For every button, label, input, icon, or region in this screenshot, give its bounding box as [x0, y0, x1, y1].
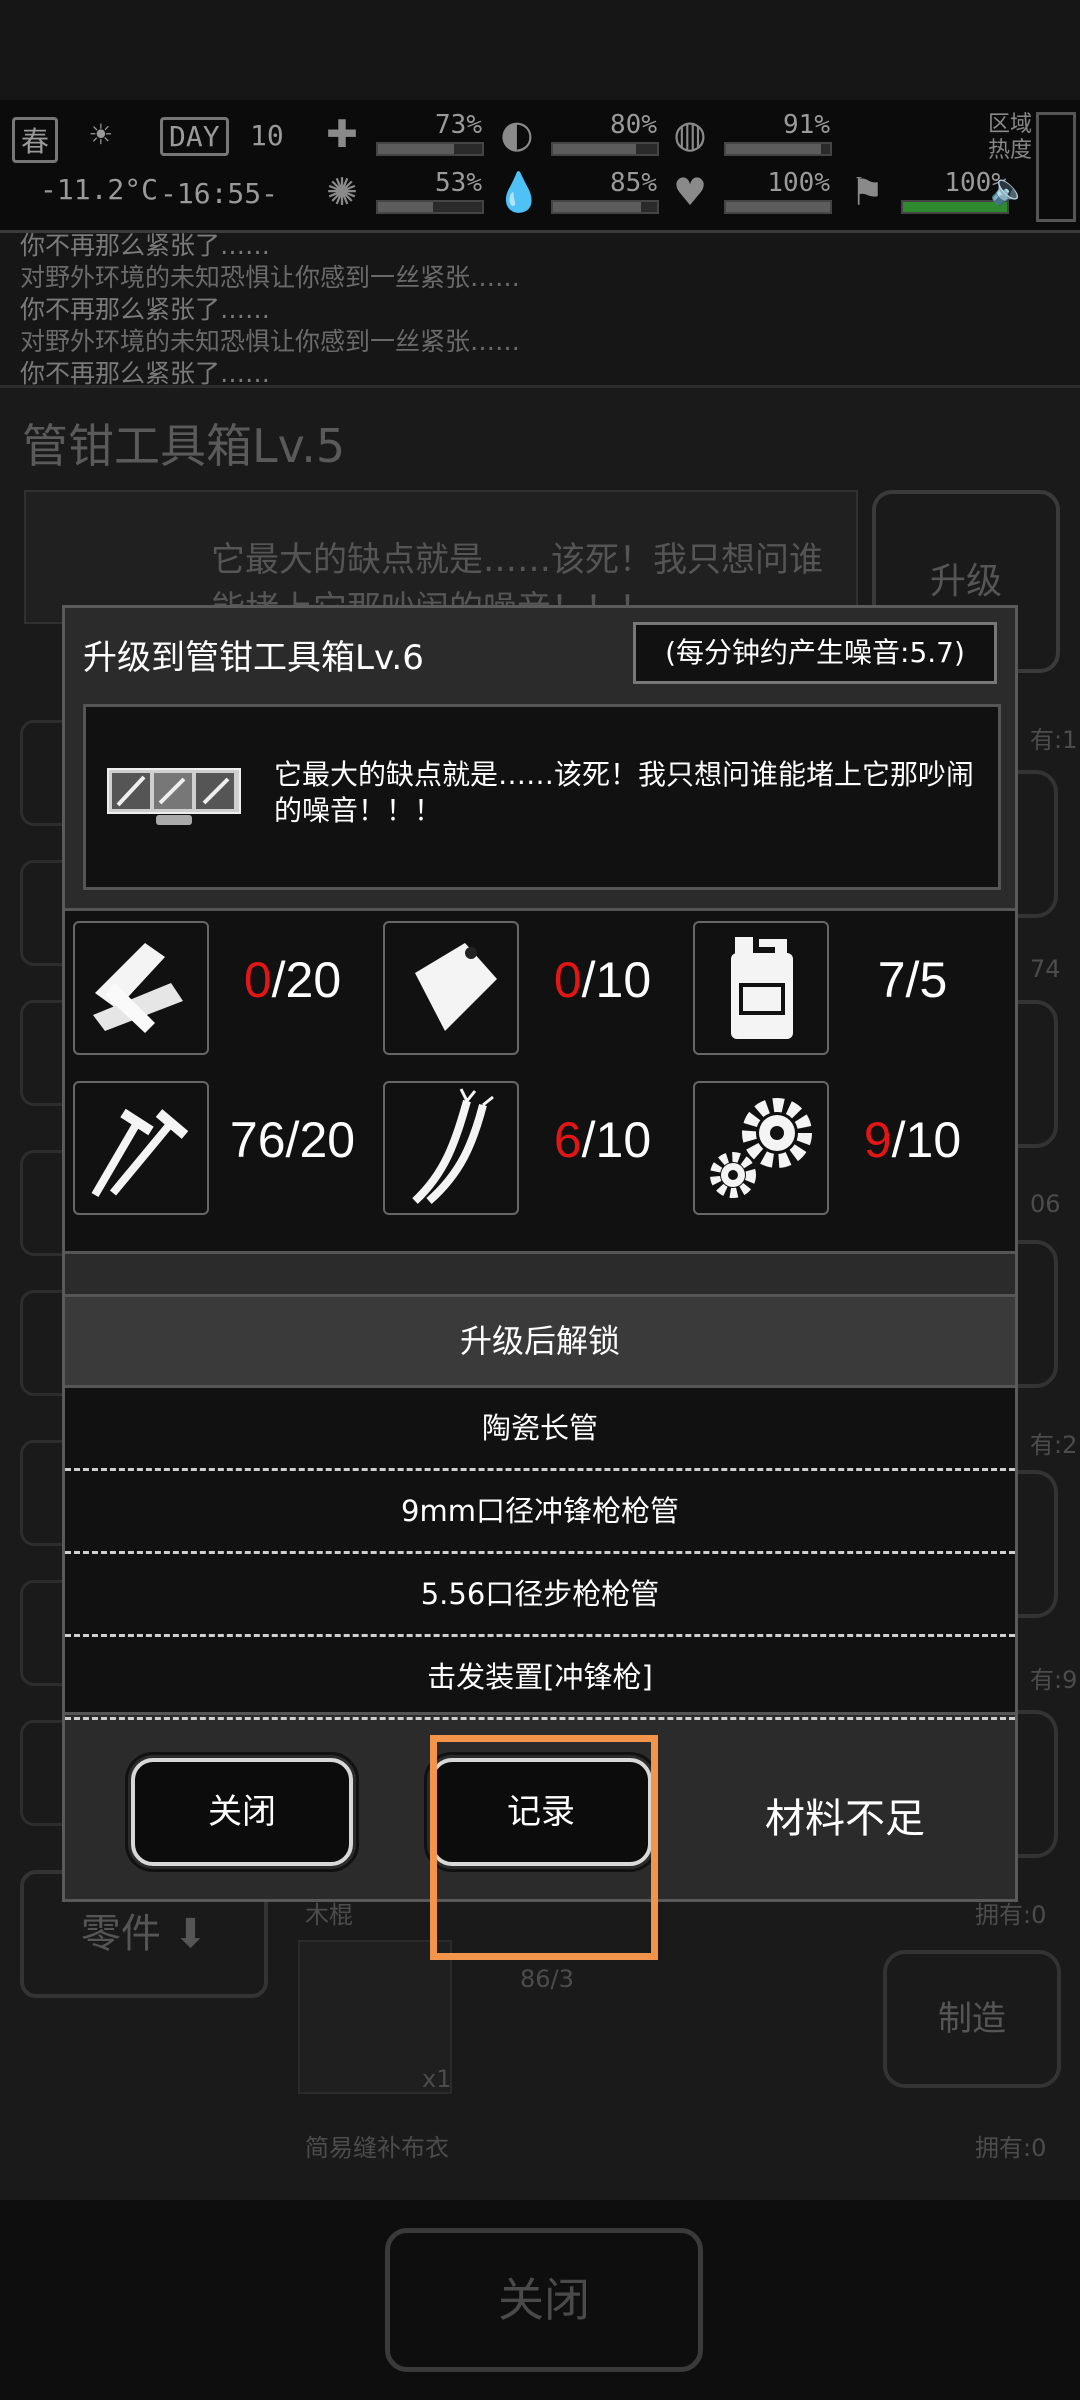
temperature: -11.2°C — [40, 173, 159, 206]
unlock-header: 升级后解锁 — [65, 1294, 1015, 1388]
unlock-item: 5.56口径步枪枪管 — [65, 1554, 1015, 1637]
stat-value: 73% — [435, 110, 482, 140]
speaker-icon[interactable]: 🔈 — [990, 172, 1027, 207]
material-slot: 9/10 — [685, 1075, 995, 1215]
item-multiplier: x1 — [422, 2065, 452, 2093]
item-name: 简易缝补布衣 — [305, 2134, 449, 2162]
unlock-item: 陶瓷长管 — [65, 1388, 1015, 1471]
material-need: /10 — [581, 1112, 652, 1168]
toolbox-icon — [107, 768, 241, 825]
material-slot: 6/10 — [375, 1075, 685, 1215]
material-need: /10 — [891, 1112, 962, 1168]
insufficient-materials-label: 材料不足 — [765, 1796, 925, 1842]
owned-count: 有:1 — [1030, 726, 1078, 754]
unlock-item: 9mm口径冲锋枪枪管 — [65, 1471, 1015, 1554]
stat-value: 91% — [783, 110, 830, 140]
region-heat-meter — [1036, 112, 1076, 222]
make-button[interactable]: 制造 — [883, 1950, 1061, 2088]
fuel-jerrycan-icon — [693, 921, 829, 1055]
stat-bar — [376, 142, 484, 156]
stat-meter: ♥ 100% — [668, 168, 838, 220]
day-label: DAY — [160, 117, 229, 156]
bottom-close-button[interactable]: 关闭 — [385, 2228, 703, 2372]
focus-highlight — [430, 1735, 658, 1960]
panel-description: 它最大的缺点就是……该死！我只想问谁能堵上它那吵闹的噪音！！！ — [24, 490, 858, 629]
material-have: 6 — [553, 1112, 582, 1168]
item-description: 它最大的缺点就是……该死！我只想问谁能堵上它那吵闹的噪音！！！ — [274, 758, 975, 827]
material-have: 76 — [229, 1112, 286, 1168]
item-description-box: 它最大的缺点就是……该死！我只想问谁能堵上它那吵闹的噪音！！！ — [83, 704, 1001, 890]
stat-value: 85% — [610, 168, 657, 198]
upgrade-dialog: 升级到管钳工具箱Lv.6 (每分钟约产生噪音:5.7) 它最大的缺点就是……该死… — [62, 605, 1018, 1902]
day-value: 10 — [250, 119, 284, 152]
log-line: 你不再那么紧张了…… — [20, 231, 271, 260]
stat-meter: 💧 85% — [495, 168, 665, 220]
material-slot: 76/20 — [65, 1075, 375, 1215]
log-line: 对野外环境的未知恐惧让你感到一丝紧张…… — [20, 327, 521, 356]
time-weather-panel: 春 ☀ DAY 10 -11.2°C -16:55- — [10, 115, 310, 225]
item-quantity: 86/3 — [520, 1965, 574, 1993]
panel-title: 管钳工具箱Lv.5 — [22, 419, 346, 473]
parts-label: 零件 — [80, 1911, 161, 1957]
region-heat-label: 区域 热度 — [988, 112, 1033, 163]
stat-bar — [724, 142, 832, 156]
stat-meter: ✚ 73% — [320, 110, 490, 162]
stat-value: 80% — [610, 110, 657, 140]
owned-count: 06 — [1030, 1190, 1061, 1218]
material-need: /5 — [905, 952, 948, 1008]
screws-icon — [73, 1081, 209, 1215]
materials-grid: 0/20 0/10 7/5 76/20 6/10 9/10 — [65, 908, 1015, 1254]
material-have: 0 — [553, 952, 582, 1008]
stamina-icon: ⚑ — [849, 170, 885, 214]
status-bar: 春 ☀ DAY 10 -11.2°C -16:55- ✚ 73% ◐ 80% ◍ 91% ✺… — [0, 100, 1080, 233]
wood-planks-icon — [73, 921, 209, 1055]
season-indicator: 春 — [12, 117, 59, 163]
stat-bar — [376, 200, 484, 214]
heart-icon: ♥ — [672, 170, 708, 214]
plastic-bag-icon — [383, 921, 519, 1055]
event-log: 你不再那么紧张了…… 对野外环境的未知恐惧让你感到一丝紧张…… 你不再那么紧张了… — [20, 230, 520, 390]
stomach-icon: ◐ — [500, 112, 534, 156]
material-have: 7 — [877, 952, 906, 1008]
stat-meter: ◍ 91% — [668, 110, 838, 162]
owned-count: 74 — [1030, 955, 1061, 983]
material-slot: 7/5 — [685, 915, 995, 1055]
stat-value: 100% — [767, 168, 830, 198]
stat-value: 53% — [435, 168, 482, 198]
log-line: 你不再那么紧张了…… — [20, 295, 271, 324]
material-have: 9 — [863, 1112, 892, 1168]
material-need: /20 — [285, 1112, 356, 1168]
clock: -16:55- — [160, 177, 279, 210]
lungs-icon: ◍ — [673, 112, 707, 156]
wires-icon — [383, 1081, 519, 1215]
noise-info: (每分钟约产生噪音:5.7) — [633, 622, 997, 684]
unlock-item: 击发装置[冲锋枪] — [65, 1637, 1015, 1720]
stat-bar — [551, 142, 659, 156]
owned-count: 有:9 — [1030, 1666, 1078, 1694]
stat-bar — [551, 200, 659, 214]
unlock-list: 陶瓷长管 9mm口径冲锋枪枪管 5.56口径步枪枪管 击发装置[冲锋枪] — [65, 1388, 1015, 1720]
stat-meter: ◐ 80% — [495, 110, 665, 162]
water-drop-icon: 💧 — [495, 170, 543, 214]
close-button[interactable]: 关闭 — [125, 1752, 359, 1872]
log-line: 对野外环境的未知恐惧让你感到一丝紧张…… — [20, 263, 521, 292]
stat-meter: ✺ 53% — [320, 168, 490, 220]
gears-icon — [693, 1081, 829, 1215]
medkit-icon: ✚ — [326, 112, 358, 156]
dialog-title: 升级到管钳工具箱Lv.6 — [83, 638, 424, 678]
owned-count: 有:2 — [1030, 1431, 1078, 1459]
brain-icon: ✺ — [326, 170, 358, 214]
material-slot: 0/10 — [375, 915, 685, 1055]
material-have: 0 — [243, 952, 272, 1008]
item-owned: 拥有:0 — [975, 2134, 1047, 2162]
stat-bar — [724, 200, 832, 214]
material-need: /10 — [581, 952, 652, 1008]
material-slot: 0/20 — [65, 915, 375, 1055]
material-need: /20 — [271, 952, 342, 1008]
sun-icon: ☀ — [90, 115, 112, 156]
